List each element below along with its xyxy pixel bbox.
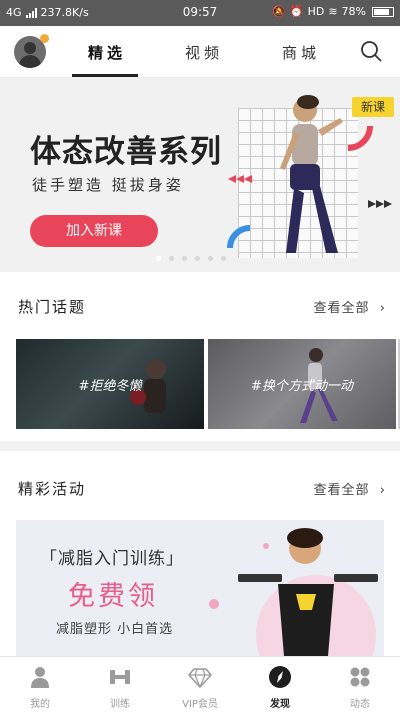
carousel-indicator — [156, 256, 226, 261]
nav-label: 动态 — [350, 699, 370, 710]
carousel-dot[interactable] — [169, 256, 174, 261]
view-all-activities-link[interactable]: 查看全部 › — [314, 479, 387, 498]
tab-featured[interactable]: 精选 — [88, 42, 126, 63]
topic-card[interactable]: #拒绝冬懒 — [16, 339, 204, 429]
nav-label: 训练 — [110, 699, 130, 710]
alarm-icon: ⏰ — [289, 5, 304, 18]
activity-subtitle: 减脂塑形 小白首选 — [56, 622, 174, 637]
dots-grid-icon — [350, 667, 370, 687]
nav-label: 我的 — [30, 699, 50, 710]
battery-percent: 78% — [341, 5, 366, 18]
nav-label: 发现 — [270, 699, 290, 710]
hot-topics-header: 热门话题 查看全部 › — [0, 288, 400, 324]
battery-icon — [372, 6, 394, 17]
carousel-dot[interactable] — [182, 256, 187, 261]
carousel-dot[interactable] — [195, 256, 200, 261]
join-course-button[interactable]: 加入新课 — [30, 215, 158, 247]
top-nav: 精选 视频 商城 — [0, 26, 400, 78]
nav-item-training[interactable]: 训练 — [80, 657, 160, 712]
carousel-dot[interactable] — [208, 256, 213, 261]
bottom-nav: 我的 训练 VIP会员 发现 动态 — [0, 656, 400, 712]
mute-icon: 🔕 — [272, 5, 286, 18]
diamond-icon — [188, 668, 212, 689]
topic-label: #换个方式动一动 — [251, 379, 353, 394]
status-bar: 4G 237.8K/s 09:57 🔕 ⏰ HD ≋ 78% — [0, 0, 400, 26]
activity-card[interactable]: 「减脂入门训练」 免费领 减脂塑形 小白首选 — [16, 520, 384, 656]
notification-dot — [40, 34, 49, 43]
view-all-topics-link[interactable]: 查看全部 › — [314, 297, 387, 316]
section-divider — [0, 441, 400, 451]
dumbbell-icon — [110, 670, 130, 684]
activities-header: 精彩活动 查看全部 › — [0, 470, 400, 506]
person-icon — [31, 667, 49, 688]
active-tab-indicator — [72, 74, 138, 77]
wifi-icon: ≋ — [328, 5, 338, 18]
nav-item-feed[interactable]: 动态 — [320, 657, 400, 712]
tab-video[interactable]: 视频 — [185, 42, 223, 63]
tab-shop[interactable]: 商城 — [282, 42, 320, 63]
compass-icon — [269, 666, 291, 688]
view-all-label: 查看全部 — [313, 301, 370, 316]
banner-subtitle: 徒手塑造 挺拔身姿 — [32, 176, 184, 194]
nav-item-vip[interactable]: VIP会员 — [160, 657, 240, 712]
carousel-dot[interactable] — [221, 256, 226, 261]
nav-label: VIP会员 — [182, 699, 218, 710]
topic-card[interactable]: #换个方式动一动 — [208, 339, 396, 429]
new-course-badge: 新课 — [352, 97, 394, 117]
carousel-dot[interactable] — [156, 256, 161, 261]
section-title: 热门话题 — [18, 298, 87, 316]
chevron-right-icon: › — [374, 483, 386, 498]
topic-label: #拒绝冬懒 — [78, 379, 142, 394]
chevron-right-icon: › — [374, 301, 386, 316]
banner-title: 体态改善系列 — [30, 134, 222, 170]
activity-title: 「减脂入门训练」 — [40, 549, 184, 569]
nav-item-mine[interactable]: 我的 — [0, 657, 80, 712]
search-icon[interactable] — [360, 40, 382, 62]
hd-label: HD — [307, 5, 325, 18]
view-all-label: 查看全部 — [313, 483, 370, 498]
promo-banner[interactable]: 体态改善系列 徒手塑造 挺拔身姿 加入新课 新课 — [0, 78, 400, 272]
activity-headline: 免费领 — [68, 581, 158, 612]
nav-item-discover[interactable]: 发现 — [240, 657, 320, 712]
section-title: 精彩活动 — [18, 480, 87, 498]
